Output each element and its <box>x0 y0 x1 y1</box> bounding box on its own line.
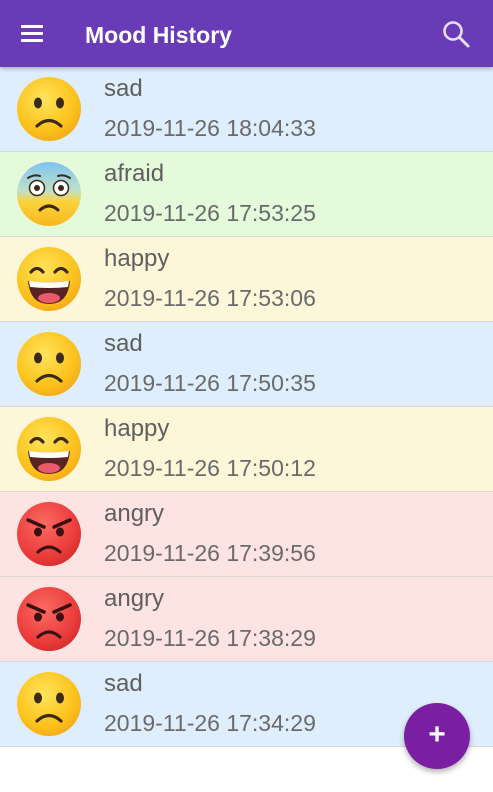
mood-list-item[interactable]: afraid 2019-11-26 17:53:25 <box>0 152 493 237</box>
angry-face-icon <box>16 586 82 652</box>
mood-list-item[interactable]: sad 2019-11-26 18:04:33 <box>0 67 493 152</box>
mood-list-item[interactable]: happy 2019-11-26 17:50:12 <box>0 407 493 492</box>
mood-label: sad <box>104 330 143 357</box>
mood-timestamp: 2019-11-26 17:34:29 <box>104 710 316 736</box>
mood-timestamp: 2019-11-26 17:53:06 <box>104 285 316 311</box>
fearful-face-icon <box>16 161 82 227</box>
mood-label: happy <box>104 245 170 272</box>
sad-face-icon <box>16 671 82 737</box>
mood-label: angry <box>104 500 165 527</box>
mood-label: sad <box>104 670 143 697</box>
mood-label: sad <box>104 75 143 102</box>
search-icon[interactable] <box>440 18 472 50</box>
mood-timestamp: 2019-11-26 17:39:56 <box>104 540 316 566</box>
mood-list-item[interactable]: angry 2019-11-26 17:39:56 <box>0 492 493 577</box>
mood-timestamp: 2019-11-26 17:50:35 <box>104 370 316 396</box>
mood-list-item[interactable]: happy 2019-11-26 17:53:06 <box>0 237 493 322</box>
angry-face-icon <box>16 501 82 567</box>
sad-face-icon <box>16 331 82 397</box>
sad-face-icon <box>16 76 82 142</box>
mood-list-item[interactable]: sad 2019-11-26 17:50:35 <box>0 322 493 407</box>
grinning-face-icon <box>16 416 82 482</box>
grinning-face-icon <box>16 246 82 312</box>
mood-label: happy <box>104 415 170 442</box>
mood-list-item[interactable]: angry 2019-11-26 17:38:29 <box>0 577 493 662</box>
menu-icon[interactable] <box>16 20 48 48</box>
mood-label: afraid <box>104 160 165 187</box>
mood-label: angry <box>104 585 165 612</box>
page-title: Mood History <box>85 22 232 48</box>
mood-list: sad 2019-11-26 18:04:33 afraid 2019-11-26 1… <box>0 67 493 747</box>
mood-timestamp: 2019-11-26 17:50:12 <box>104 455 316 481</box>
app-bar: Mood History <box>0 0 493 67</box>
mood-timestamp: 2019-11-26 17:38:29 <box>104 625 316 651</box>
add-mood-button[interactable]: + <box>404 703 470 769</box>
mood-timestamp: 2019-11-26 18:04:33 <box>104 115 316 141</box>
mood-timestamp: 2019-11-26 17:53:25 <box>104 200 316 226</box>
